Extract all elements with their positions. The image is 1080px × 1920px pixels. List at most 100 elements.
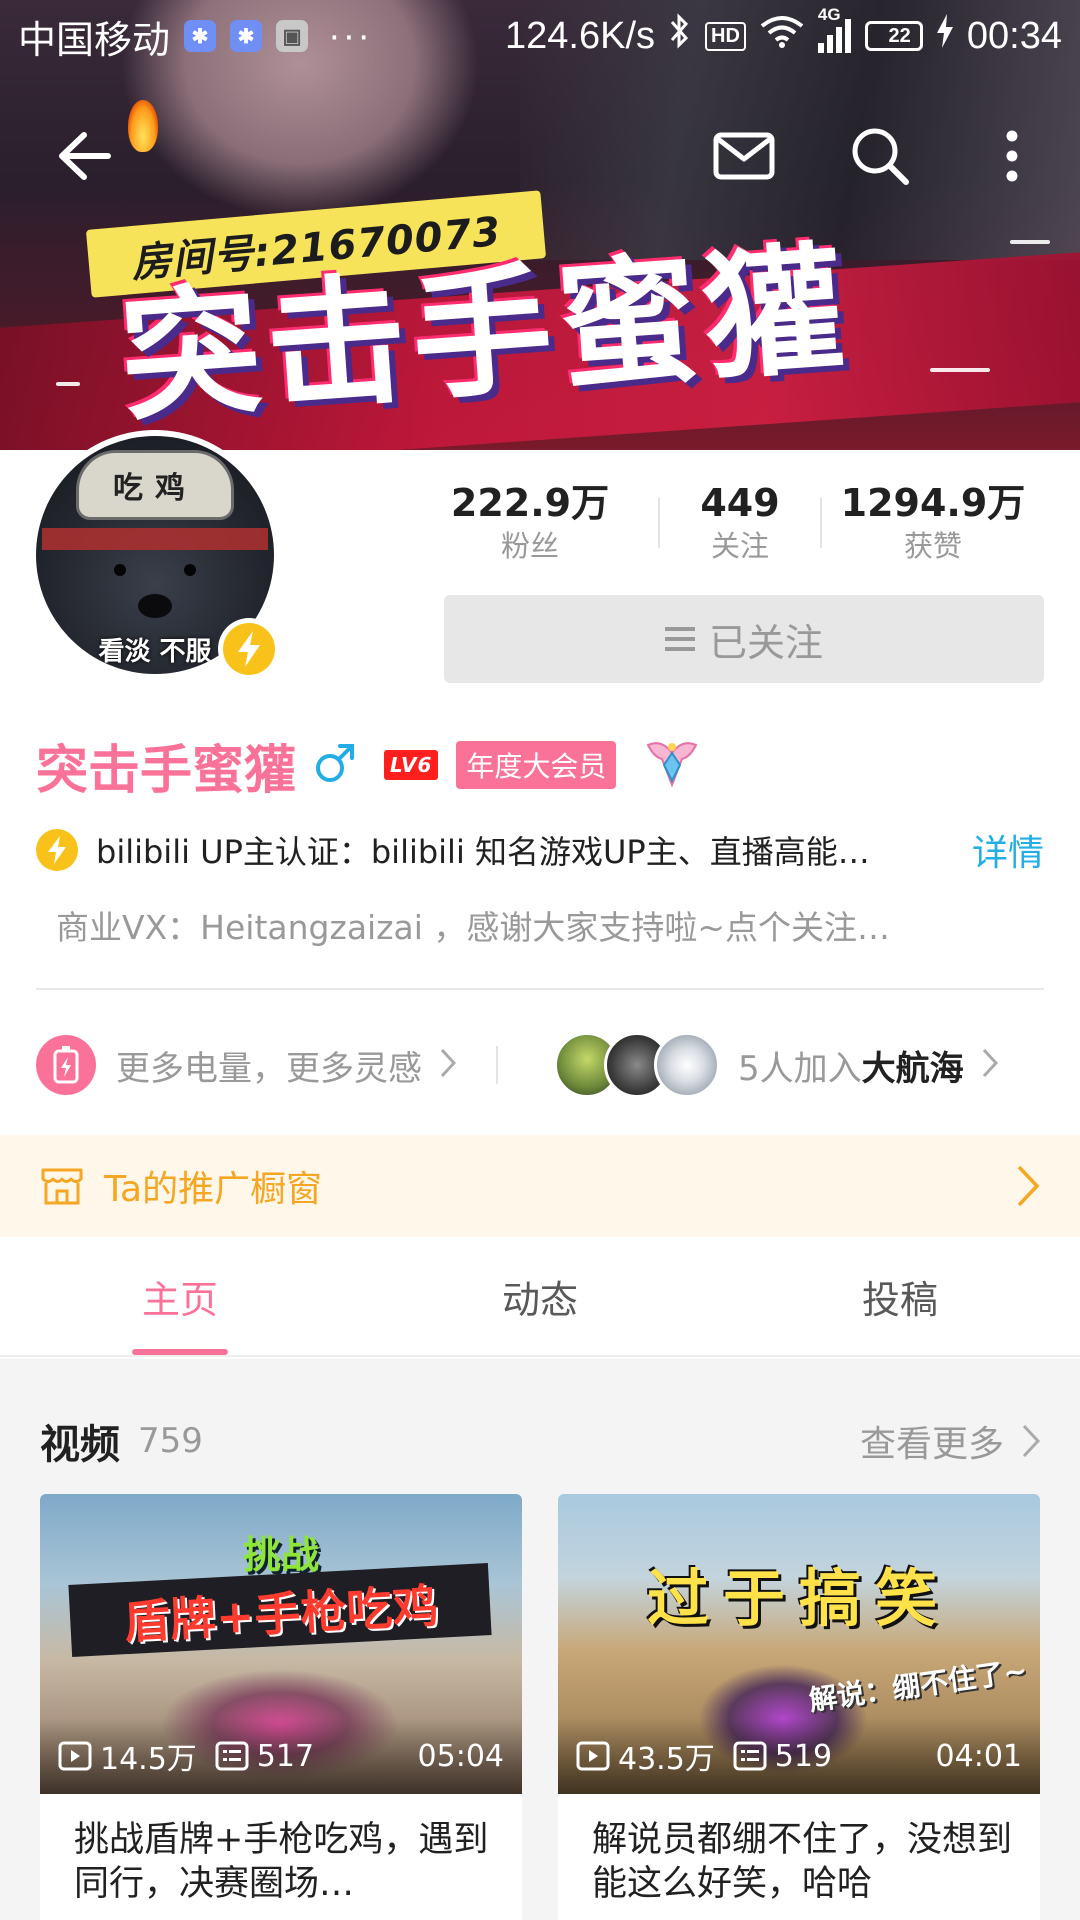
guard-title: 大航海 <box>861 1048 964 1089</box>
details-link[interactable]: 详情 <box>972 824 1044 876</box>
videos-section-header: 视频 759 查看更多 <box>40 1411 1040 1471</box>
chevron-right-icon <box>1017 1165 1040 1207</box>
thumbnail-text: 过于搞笑 <box>646 1562 951 1635</box>
signature[interactable]: 商业VX：Heitangzaizai ，感谢大家支持啦~点个关注… <box>56 898 1016 958</box>
view-more-button[interactable]: 查看更多 <box>860 1415 1040 1467</box>
row-divider <box>496 1046 498 1084</box>
avatar-nose <box>138 594 172 618</box>
menu-lines-icon <box>664 627 695 651</box>
certification-text: bilibili UP主认证：bilibili 知名游戏UP主、直播高能… <box>96 833 870 871</box>
video-meta-bar: 14.5万 517 05:04 <box>40 1718 522 1794</box>
name-row: 突击手蜜獾 LV6 年度大会员 <box>36 730 702 801</box>
stat-followers[interactable]: 222.9万 粉丝 <box>444 478 616 564</box>
avatar-eye <box>114 564 126 576</box>
stat-likes[interactable]: 1294.9万 获赞 <box>822 478 1044 564</box>
mail-icon <box>713 132 775 180</box>
battery-level: 22 <box>888 24 911 47</box>
tab-uploads[interactable]: 投稿 <box>720 1237 1080 1355</box>
video-thumbnail: 过于搞笑 解说：绷不住了~ 43.5万 519 04:01 <box>558 1494 1040 1794</box>
video-card[interactable]: 过于搞笑 解说：绷不住了~ 43.5万 519 04:01 解说员都绷不住了，没… <box>558 1494 1040 1920</box>
username: 突击手蜜獾 <box>36 740 297 801</box>
shop-window-row[interactable]: Ta的推广橱窗 <box>0 1135 1080 1237</box>
more-options-button[interactable] <box>974 118 1050 194</box>
notification-app-icon: ✱ <box>230 20 263 52</box>
charge-guard-row: 更多电量，更多灵感 5人加入 大航海 <box>36 1030 1044 1100</box>
male-icon <box>314 742 356 788</box>
tab-label: 主页 <box>141 1277 218 1322</box>
stat-label: 获赞 <box>903 529 962 563</box>
tab-label: 投稿 <box>861 1277 938 1322</box>
avatar-helmet-text: 吃鸡 <box>76 450 234 520</box>
banner-dash <box>1010 240 1050 244</box>
danmaku-icon <box>733 1741 767 1771</box>
cellular-signal-icon: 4G <box>817 5 851 53</box>
lightning-icon <box>223 623 275 675</box>
thumbnail-text: 解说：绷不住了~ <box>806 1653 1029 1718</box>
chevron-right-icon <box>1022 1424 1040 1458</box>
battery-charge-icon <box>36 1035 96 1095</box>
charge-text: 更多电量，更多灵感 <box>116 1048 422 1089</box>
video-thumbnail: 挑战 盾牌+手枪吃鸡 14.5万 517 05:04 <box>40 1494 522 1794</box>
profile-tabs: 主页 动态 投稿 <box>0 1237 1080 1357</box>
avatar-headband <box>42 528 268 550</box>
video-duration: 04:01 <box>935 1738 1022 1774</box>
search-button[interactable] <box>842 118 918 194</box>
clock: 00:34 <box>966 14 1062 57</box>
bluetooth-icon <box>669 13 691 59</box>
guard-entry[interactable]: 5人加入 大航海 <box>554 1032 998 1098</box>
carrier-name: 中国移动 <box>18 19 171 62</box>
status-bar: 中国移动 ✱ ✱ ▣ ··· 124.6K/s HD 4G 22 00:34 <box>0 0 1080 72</box>
stat-following[interactable]: 449 关注 <box>660 478 820 564</box>
charging-icon <box>936 14 953 58</box>
followed-button[interactable]: 已关注 <box>444 595 1044 683</box>
stat-label: 粉丝 <box>500 529 559 563</box>
verified-badge <box>218 618 280 680</box>
videos-section: 视频 759 查看更多 挑战 盾牌+手枪吃鸡 14.5万 517 05:04 挑… <box>0 1359 1080 1920</box>
banner-dash <box>56 382 80 386</box>
tab-home[interactable]: 主页 <box>0 1237 360 1355</box>
vip-badge[interactable]: 年度大会员 <box>456 741 617 789</box>
danmaku-icon <box>215 1741 249 1771</box>
message-button[interactable] <box>706 118 782 194</box>
lightning-icon <box>36 829 78 871</box>
chevron-right-icon <box>982 1048 998 1082</box>
stat-value: 1294.9万 <box>840 481 1026 525</box>
video-meta-bar: 43.5万 519 04:01 <box>558 1718 1040 1794</box>
play-count-icon <box>576 1741 610 1771</box>
storefront-icon <box>41 1168 83 1205</box>
section-title: 视频 <box>40 1422 120 1468</box>
wifi-icon <box>760 14 804 58</box>
views-meta: 14.5万 <box>58 1734 197 1778</box>
danmaku-count: 519 <box>774 1738 833 1774</box>
thumbnail-text: 盾牌+手枪吃鸡 <box>122 1578 440 1650</box>
danmaku-count: 517 <box>256 1738 315 1774</box>
charge-entry[interactable]: 更多电量，更多灵感 <box>36 1035 457 1095</box>
guard-avatar <box>654 1032 720 1098</box>
shop-window-label: Ta的推广橱窗 <box>104 1169 323 1210</box>
search-icon <box>852 128 909 185</box>
tab-label: 动态 <box>501 1277 578 1322</box>
video-duration: 05:04 <box>417 1738 504 1774</box>
tab-dynamics[interactable]: 动态 <box>360 1237 720 1355</box>
hd-badge: HD <box>705 21 746 51</box>
danmaku-meta: 519 <box>733 1739 832 1774</box>
views-meta: 43.5万 <box>576 1734 715 1778</box>
chevron-right-icon <box>440 1048 457 1082</box>
stat-value: 222.9万 <box>450 481 610 525</box>
video-count: 759 <box>138 1421 203 1461</box>
notification-app-icon: ✱ <box>184 20 217 52</box>
back-button[interactable] <box>46 118 122 194</box>
stat-value: 449 <box>700 481 780 525</box>
play-count-icon <box>58 1741 92 1771</box>
certification-row: bilibili UP主认证：bilibili 知名游戏UP主、直播高能… 详情 <box>36 822 1044 878</box>
danmaku-meta: 517 <box>215 1739 314 1774</box>
video-card[interactable]: 挑战 盾牌+手枪吃鸡 14.5万 517 05:04 挑战盾牌+手枪吃鸡，遇到同… <box>40 1494 522 1920</box>
divider <box>36 988 1044 990</box>
video-title: 挑战盾牌+手枪吃鸡，遇到同行，决赛圈场… <box>74 1820 489 1904</box>
level-badge: LV6 <box>384 750 439 780</box>
view-count: 43.5万 <box>618 1742 715 1777</box>
guard-avatars <box>554 1032 720 1098</box>
back-arrow-icon <box>59 132 111 180</box>
stat-label: 关注 <box>710 529 769 563</box>
pendant-badge-icon[interactable] <box>642 735 702 795</box>
